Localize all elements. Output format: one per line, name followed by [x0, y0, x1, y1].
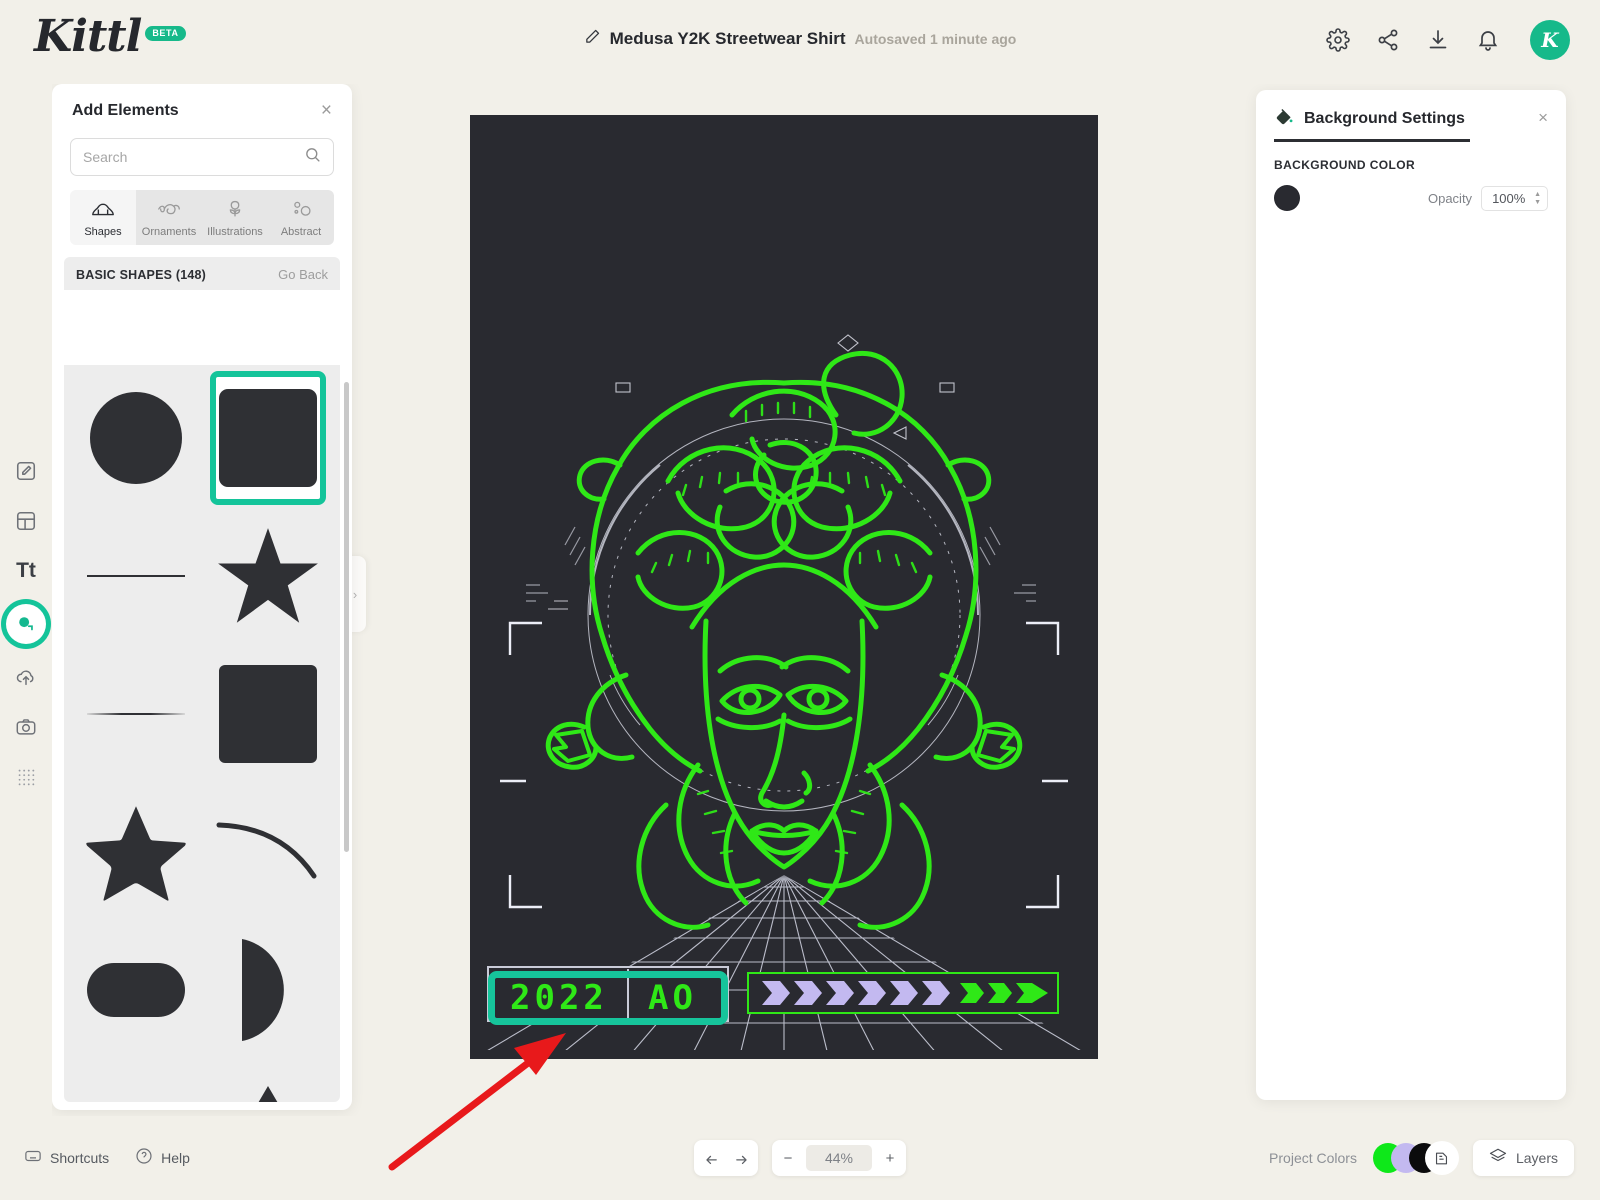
background-color-label: BACKGROUND COLOR	[1274, 158, 1416, 172]
active-tab-underline	[1274, 139, 1470, 142]
shape-square-2[interactable]	[202, 645, 334, 783]
shape-star-rounded[interactable]	[70, 783, 202, 921]
top-actions: K	[1326, 20, 1570, 60]
shape-line-fade[interactable]	[70, 645, 202, 783]
paint-bucket-icon	[1274, 106, 1295, 132]
shape-half-circle[interactable]	[202, 921, 334, 1059]
tab-abstract[interactable]: Abstract	[268, 190, 334, 245]
sidebar-item-elements[interactable]	[6, 604, 46, 644]
history-controls	[694, 1140, 758, 1176]
opacity-value[interactable]: 100%	[1492, 191, 1528, 206]
shape-triangle[interactable]	[202, 1059, 334, 1102]
add-elements-panel: Add Elements × Shapes	[52, 84, 352, 1110]
redo-icon[interactable]	[726, 1140, 758, 1176]
tab-illustrations[interactable]: Illustrations	[202, 190, 268, 245]
tab-shapes-label: Shapes	[84, 226, 122, 238]
zoom-group: − 44% +	[772, 1140, 906, 1176]
share-icon[interactable]	[1376, 28, 1400, 52]
sidebar-item-text[interactable]: Tt	[9, 554, 43, 588]
panel-header: Add Elements ×	[52, 84, 352, 128]
search-input[interactable]	[83, 149, 304, 165]
shape-square[interactable]	[202, 369, 334, 507]
section-title: BASIC SHAPES (148)	[76, 267, 207, 282]
layers-button[interactable]: Layers	[1472, 1140, 1574, 1176]
shape-line[interactable]	[70, 507, 202, 645]
search-icon[interactable]	[304, 146, 321, 168]
bottom-bar: Shortcuts Help − 44% + Project Colors La…	[0, 1116, 1600, 1200]
search-box[interactable]	[70, 138, 334, 176]
top-bar: Kittl BETA Medusa Y2K Streetwear Shirt A…	[0, 0, 1600, 84]
download-icon[interactable]	[1426, 28, 1450, 52]
pencil-icon[interactable]	[584, 28, 601, 50]
undo-icon[interactable]	[694, 1140, 726, 1176]
sidebar-item-uploads[interactable]	[9, 660, 43, 694]
shape-grid-scroll[interactable]	[64, 365, 340, 1102]
tab-abstract-label: Abstract	[280, 226, 322, 238]
avatar[interactable]: K	[1530, 20, 1570, 60]
shape-pill[interactable]	[70, 921, 202, 1059]
sidebar-item-templates[interactable]	[9, 504, 43, 538]
shape-grid	[64, 365, 340, 1102]
shape-star-5[interactable]	[202, 507, 334, 645]
notifications-icon[interactable]	[1476, 28, 1500, 52]
layers-label: Layers	[1515, 1150, 1558, 1166]
autosave-status: Autosaved 1 minute ago	[854, 31, 1017, 47]
background-settings-header: Background Settings ×	[1256, 90, 1566, 142]
sidebar-item-design[interactable]	[9, 454, 43, 488]
opacity-stepper[interactable]: 100% ▲ ▼	[1481, 185, 1548, 211]
tab-shapes[interactable]: Shapes	[70, 190, 136, 245]
shape-arc[interactable]	[202, 783, 334, 921]
zoom-level[interactable]: 44%	[806, 1145, 872, 1171]
canvas-area[interactable]: 2022 AO	[352, 84, 1288, 1116]
background-settings-panel: Background Settings × BACKGROUND COLOR O…	[1256, 90, 1566, 1100]
shape-line-2[interactable]	[70, 1059, 202, 1102]
sidebar-item-photos[interactable]	[9, 710, 43, 744]
close-icon[interactable]: ×	[1538, 108, 1548, 128]
bottom-right-group: Project Colors Layers	[1269, 1140, 1574, 1176]
background-color-swatch[interactable]	[1274, 185, 1300, 211]
tab-illustrations-label: Illustrations	[207, 226, 263, 238]
medusa-artwork: 2022 AO	[470, 334, 1098, 1050]
panel-title: Background Settings	[1304, 110, 1465, 127]
zoom-out-button[interactable]: −	[772, 1140, 804, 1176]
panel-title: Add Elements	[72, 102, 179, 119]
kittl-editor: Kittl BETA Medusa Y2K Streetwear Shirt A…	[0, 0, 1600, 1200]
project-colors-swatches[interactable]	[1372, 1141, 1459, 1175]
artboard[interactable]: 2022 AO	[470, 115, 1098, 1059]
layers-icon	[1489, 1147, 1507, 1170]
left-rail: Tt	[0, 84, 52, 1116]
tab-ornaments-label: Ornaments	[141, 226, 197, 238]
background-color-row: Opacity 100% ▲ ▼	[1274, 185, 1548, 211]
category-tabs: Shapes Ornaments Illustrations Abstract	[70, 190, 334, 245]
go-back-link[interactable]: Go Back	[278, 267, 328, 282]
stepper-arrows-icon[interactable]: ▲ ▼	[1534, 191, 1541, 206]
tab-ornaments[interactable]: Ornaments	[136, 190, 202, 245]
zoom-in-button[interactable]: +	[874, 1140, 906, 1176]
section-header: BASIC SHAPES (148) Go Back	[64, 257, 340, 290]
project-colors-label: Project Colors	[1269, 1150, 1357, 1166]
palette-icon[interactable]	[1424, 1141, 1459, 1175]
badge-selection-outline[interactable]	[488, 971, 728, 1025]
page-title[interactable]: Medusa Y2K Streetwear Shirt	[610, 29, 846, 49]
shape-circle[interactable]	[70, 369, 202, 507]
close-icon[interactable]: ×	[321, 101, 332, 120]
sidebar-item-patterns[interactable]	[9, 760, 43, 794]
panel-scrollbar[interactable]	[344, 382, 349, 852]
opacity-label: Opacity	[1427, 190, 1473, 206]
settings-icon[interactable]	[1326, 28, 1350, 52]
background-color-section: BACKGROUND COLOR Opacity 100% ▲ ▼	[1256, 142, 1566, 211]
